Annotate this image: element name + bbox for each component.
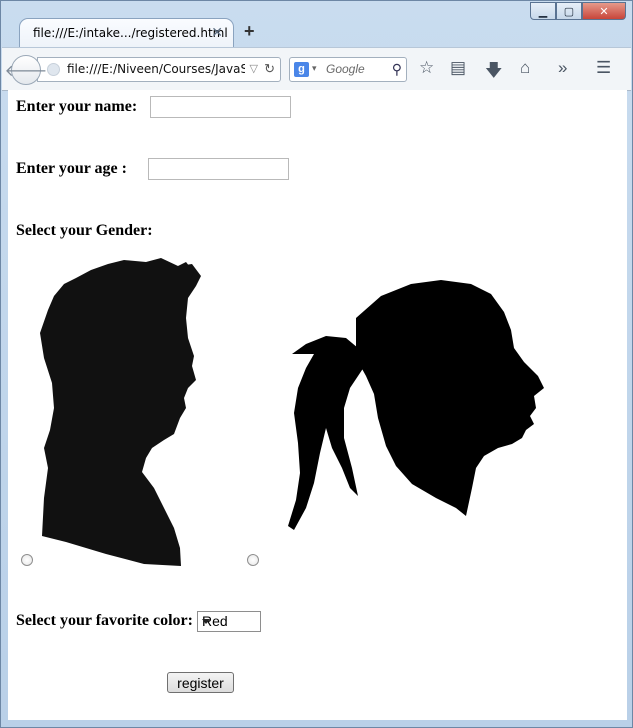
reload-icon[interactable]: ↻ — [264, 61, 275, 77]
search-icon[interactable]: ⚲ — [392, 61, 402, 78]
menu-icon[interactable]: ☰ — [596, 58, 611, 78]
male-silhouette[interactable] — [36, 258, 206, 568]
new-tab-icon[interactable]: + — [244, 21, 255, 42]
color-label: Select your favorite color: — [16, 612, 193, 629]
maximize-icon[interactable]: ▢ — [556, 2, 582, 20]
male-radio[interactable] — [21, 554, 33, 566]
bookmark-star-icon[interactable]: ☆ — [419, 58, 434, 78]
url-dropdown-icon[interactable]: ▽ — [250, 62, 258, 75]
home-icon[interactable]: ⌂ — [520, 58, 530, 78]
age-label: Enter your age : — [16, 160, 127, 177]
globe-icon — [47, 63, 60, 76]
name-label: Enter your name: — [16, 98, 138, 115]
female-radio[interactable] — [247, 554, 259, 566]
address-bar[interactable]: file:///E:/Niveen/Courses/JavaScri ▽ ↻ — [37, 57, 281, 82]
gender-label: Select your Gender: — [16, 222, 153, 239]
page-content: Enter your name: Enter your age : Select… — [8, 90, 627, 720]
register-button[interactable]: register — [167, 672, 234, 693]
address-text: file:///E:/Niveen/Courses/JavaScri — [67, 62, 245, 76]
overflow-chevron-icon[interactable]: » — [558, 58, 567, 78]
color-select[interactable]: Red — [197, 611, 261, 632]
name-input[interactable] — [150, 96, 291, 118]
browser-tab[interactable]: file:///E:/intake.../registered.html ✕ — [19, 18, 234, 47]
close-tab-icon[interactable]: ✕ — [211, 24, 223, 41]
nav-toolbar: file:///E:/Niveen/Courses/JavaScri ▽ ↻ 🡐… — [2, 47, 631, 91]
female-silhouette[interactable] — [286, 278, 546, 558]
engine-dropdown-icon[interactable]: ▾ — [312, 63, 317, 74]
age-input[interactable] — [148, 158, 289, 180]
minimize-icon[interactable]: ▁ — [530, 2, 556, 20]
search-bar[interactable]: g ▾ Google ⚲ — [289, 57, 407, 82]
browser-window: file:///E:/intake.../registered.html ✕ +… — [0, 0, 633, 728]
chevron-down-icon — [202, 619, 210, 624]
back-icon[interactable]: 🡐 — [5, 55, 47, 85]
close-window-icon[interactable]: ✕ — [582, 2, 626, 20]
google-icon[interactable]: g — [294, 62, 309, 77]
tab-title: file:///E:/intake.../registered.html — [33, 26, 228, 40]
download-icon[interactable]: 🡇 — [485, 58, 502, 87]
title-bar: file:///E:/intake.../registered.html ✕ +… — [1, 1, 632, 47]
search-placeholder: Google — [326, 62, 365, 76]
reading-list-icon[interactable]: ▤ — [450, 58, 466, 78]
window-controls: ▁ ▢ ✕ — [530, 2, 626, 22]
